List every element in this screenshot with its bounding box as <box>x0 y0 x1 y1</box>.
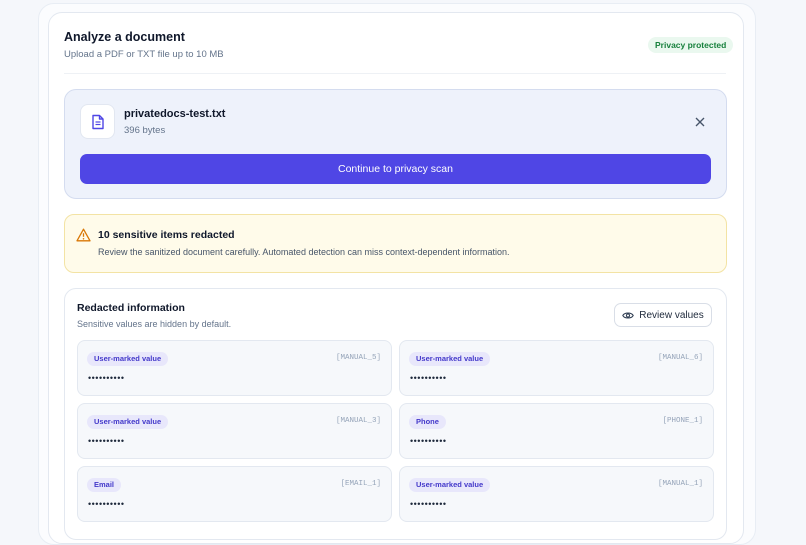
item-masked-value: •••••••••• <box>410 373 447 383</box>
redacted-item: Email [EMAIL_1] •••••••••• <box>77 466 392 522</box>
item-masked-value: •••••••••• <box>88 373 125 383</box>
item-type-tag: Email <box>87 478 122 492</box>
redaction-warning <box>64 214 727 273</box>
item-code: [MANUAL_6] <box>657 354 703 362</box>
item-masked-value: •••••••••• <box>410 499 447 509</box>
redacted-item: User-marked value [MANUAL_1] •••••••••• <box>399 466 714 522</box>
item-code: [MANUAL_1] <box>657 480 703 488</box>
page-subtitle: Upload a PDF or TXT file up to 10 MB <box>64 49 224 60</box>
redacted-subtitle: Sensitive values are hidden by default. <box>77 319 232 329</box>
close-icon <box>695 117 705 127</box>
redacted-item: Phone [PHONE_1] •••••••••• <box>399 403 714 459</box>
eye-icon <box>622 311 635 319</box>
item-masked-value: •••••••••• <box>88 499 125 509</box>
item-type-tag: User-marked value <box>409 478 491 492</box>
item-masked-value: •••••••••• <box>88 436 125 446</box>
redacted-title: Redacted information <box>77 302 185 314</box>
review-values-button[interactable]: Review values <box>614 303 712 327</box>
page-title: Analyze a document <box>64 30 185 44</box>
item-type-tag: User-marked value <box>87 352 169 366</box>
file-name: privatedocs-test.txt <box>124 108 226 120</box>
item-code: [MANUAL_3] <box>335 417 381 425</box>
warning-triangle-icon <box>76 228 91 242</box>
item-masked-value: •••••••••• <box>410 436 447 446</box>
item-code: [PHONE_1] <box>662 417 703 425</box>
file-icon-box <box>80 104 115 139</box>
remove-file-button[interactable] <box>690 112 710 132</box>
file-size: 396 bytes <box>124 125 166 136</box>
review-values-label: Review values <box>639 309 704 321</box>
item-code: [MANUAL_5] <box>335 354 381 362</box>
divider <box>64 73 726 74</box>
item-type-tag: User-marked value <box>409 352 491 366</box>
warning-title: 10 sensitive items redacted <box>98 229 235 241</box>
privacy-badge: Privacy protected <box>648 37 734 53</box>
redacted-item: User-marked value [MANUAL_6] •••••••••• <box>399 340 714 396</box>
document-icon <box>91 114 104 129</box>
item-type-tag: User-marked value <box>87 415 169 429</box>
item-code: [EMAIL_1] <box>340 480 381 488</box>
redacted-item: User-marked value [MANUAL_3] •••••••••• <box>77 403 392 459</box>
warning-text: Review the sanitized document carefully.… <box>98 247 510 257</box>
continue-to-privacy-scan-button[interactable]: Continue to privacy scan <box>80 154 711 184</box>
redacted-item: User-marked value [MANUAL_5] •••••••••• <box>77 340 392 396</box>
item-type-tag: Phone <box>409 415 446 429</box>
